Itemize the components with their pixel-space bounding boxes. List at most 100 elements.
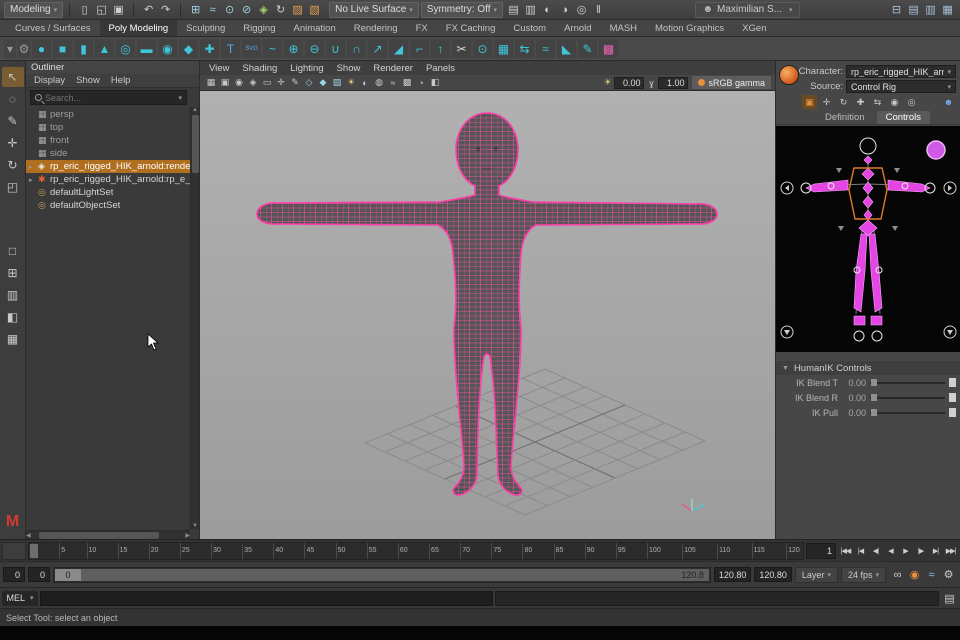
slider-handle[interactable] (871, 394, 877, 401)
auto-keyframe-icon[interactable]: ◉ (906, 567, 923, 583)
paint-select-tool-icon[interactable]: ✎ (2, 111, 24, 131)
menu-set-selector[interactable]: Modeling ▾ (4, 2, 63, 18)
timeline-tick[interactable]: 100 (647, 543, 661, 559)
boolean-difference-icon[interactable]: ⊖ (305, 39, 324, 58)
timeline-tick[interactable]: 40 (273, 543, 283, 559)
cached-playback-icon[interactable]: ≈ (923, 567, 940, 583)
hik-pin-translate-icon[interactable]: ◉ (887, 95, 902, 109)
timeline-tick[interactable]: 15 (118, 543, 128, 559)
gamma-field[interactable]: 1.00 (658, 77, 688, 89)
new-scene-icon[interactable]: ▯ (76, 2, 93, 18)
outliner-search-input[interactable] (45, 93, 172, 103)
ik-slider-value[interactable]: 0.00 (838, 408, 866, 418)
source-selector[interactable]: Control Rig ▾ (846, 80, 956, 93)
xray-icon[interactable]: ◔ (414, 76, 428, 90)
menu-tab[interactable]: MASH (601, 20, 646, 36)
open-scene-icon[interactable]: ◱ (93, 2, 110, 18)
go-to-end-button[interactable]: ▶▶| (943, 543, 958, 559)
shelf-tab-selector-icon[interactable]: ▾ (4, 39, 16, 58)
layout-two-pane-icon[interactable]: ▥ (2, 285, 24, 305)
construction-history-icon[interactable]: ↻ (272, 2, 289, 18)
snap-to-grid-icon[interactable]: ⊞ (187, 2, 204, 18)
xgen-interactive-groom-icon[interactable]: ▩ (599, 39, 618, 58)
scrollbar-thumb[interactable] (192, 115, 199, 173)
hik-selected-control[interactable] (927, 141, 945, 159)
snap-to-curve-icon[interactable]: ≈ (204, 2, 221, 18)
pause-viewport-icon[interactable]: ‖ (590, 2, 607, 18)
command-input[interactable] (40, 591, 493, 606)
poly-cone-icon[interactable]: ▲ (95, 39, 114, 58)
poly-sphere-icon[interactable]: ● (32, 39, 51, 58)
range-slider-track[interactable]: 0 120.8 (53, 567, 711, 583)
scroll-up-icon[interactable]: ▲ (192, 107, 198, 113)
ik-key-button[interactable] (949, 378, 956, 387)
shaded-mode-icon[interactable]: ◆ (316, 76, 330, 90)
playback-end-field[interactable]: 120.80 (714, 567, 752, 582)
viewport-menu[interactable]: Shading (242, 63, 277, 74)
bridge-icon[interactable]: ⌐ (410, 39, 429, 58)
scroll-right-icon[interactable]: ▶ (185, 532, 190, 539)
menu-tab[interactable]: Sculpting (177, 20, 234, 36)
select-tool-icon[interactable]: ↖ (2, 67, 24, 87)
play-forwards-button[interactable]: ▶ (898, 543, 913, 559)
live-surface-selector[interactable]: No Live Surface ▾ (329, 2, 419, 18)
textured-mode-icon[interactable]: ▨ (330, 76, 344, 90)
command-language-selector[interactable]: MEL ▾ (2, 591, 38, 606)
hik-full-body-icon[interactable]: ☻ (941, 95, 956, 109)
slider-handle[interactable] (871, 409, 877, 416)
timeline-tick[interactable]: 95 (616, 543, 626, 559)
timeline-tick[interactable]: 25 (180, 543, 190, 559)
play-backwards-button[interactable]: ◀ (883, 543, 898, 559)
ik-slider-track[interactable] (870, 378, 945, 387)
ipr-render-icon[interactable]: ▧ (306, 2, 323, 18)
timeline-tick[interactable]: 60 (398, 543, 408, 559)
viewport-menu[interactable]: Renderer (373, 63, 413, 74)
poly-disc-icon[interactable]: ◉ (158, 39, 177, 58)
layout-outliner-persp-icon[interactable]: ◧ (2, 307, 24, 327)
character-selector[interactable]: rp_eric_rigged_HIK_arnol ▾ (846, 65, 956, 78)
layout-hypershade-icon[interactable]: ▦ (2, 329, 24, 349)
timeline-ticks[interactable]: 0510152025303540455055606570758085909510… (28, 542, 804, 560)
layout-single-pane-icon[interactable]: □ (2, 241, 24, 261)
viewport-menu[interactable]: View (209, 63, 229, 74)
hik-pin-rotate-icon[interactable]: ◎ (904, 95, 919, 109)
quad-draw-icon[interactable]: ▦ (494, 39, 513, 58)
shelf-menu-gear-icon[interactable]: ⚙ (18, 39, 30, 58)
bevel-icon[interactable]: ◢ (389, 39, 408, 58)
step-back-key-button[interactable]: |◀ (853, 543, 868, 559)
smooth-icon[interactable]: ≈ (536, 39, 555, 58)
scale-tool-icon[interactable]: ◰ (2, 177, 24, 197)
platonic-solid-icon[interactable]: ◆ (179, 39, 198, 58)
crease-tool-icon[interactable]: ◣ (557, 39, 576, 58)
humanik-controls-header[interactable]: ▼ HumanIK Controls (776, 361, 960, 375)
hik-start-pose-icon[interactable]: ▣ (802, 95, 817, 109)
menu-tab[interactable]: Poly Modeling (100, 20, 178, 36)
ik-slider-value[interactable]: 0.00 (838, 393, 866, 403)
current-frame-field[interactable]: 1 (806, 543, 836, 559)
hik-add-keying-group-icon[interactable]: ✚ (853, 95, 868, 109)
symmetry-selector[interactable]: Symmetry: Off ▾ (421, 2, 503, 18)
playback-loop-icon[interactable]: ∞ (889, 567, 906, 583)
hik-refresh-icon[interactable]: ↻ (836, 95, 851, 109)
sweep-mesh-icon[interactable]: ~ (263, 39, 282, 58)
timeline-tick[interactable]: 35 (242, 543, 252, 559)
timeline-tick[interactable]: 70 (460, 543, 470, 559)
viewport-menu[interactable]: Panels (426, 63, 455, 74)
hik-character-diagram[interactable] (776, 126, 960, 352)
shadows-icon[interactable]: ◐ (358, 76, 372, 90)
timeline-tick[interactable]: 55 (367, 543, 377, 559)
script-editor-icon[interactable]: ▤ (941, 590, 958, 606)
outliner-vertical-scrollbar[interactable]: ▲ ▼ (190, 107, 199, 529)
outliner-horizontal-scrollbar[interactable]: ◀ ▶ (26, 530, 190, 539)
make-live-icon[interactable]: ◈ (255, 2, 272, 18)
playback-start-field[interactable]: 0 (28, 567, 50, 582)
output-connections-icon[interactable]: ▥ (522, 2, 539, 18)
save-scene-icon[interactable]: ▣ (110, 2, 127, 18)
svg-import-icon[interactable]: SVG (242, 39, 261, 58)
user-account-button[interactable]: ☻ Maximilian S... ▾ (695, 2, 799, 18)
outliner-item[interactable]: ◎ defaultLightSet (26, 186, 199, 199)
menu-tab[interactable]: Rigging (234, 20, 284, 36)
outliner-item[interactable]: ▦ front (26, 134, 199, 147)
snap-to-projected-center-icon[interactable]: ⊘ (238, 2, 255, 18)
motion-blur-icon[interactable]: ≈ (386, 76, 400, 90)
